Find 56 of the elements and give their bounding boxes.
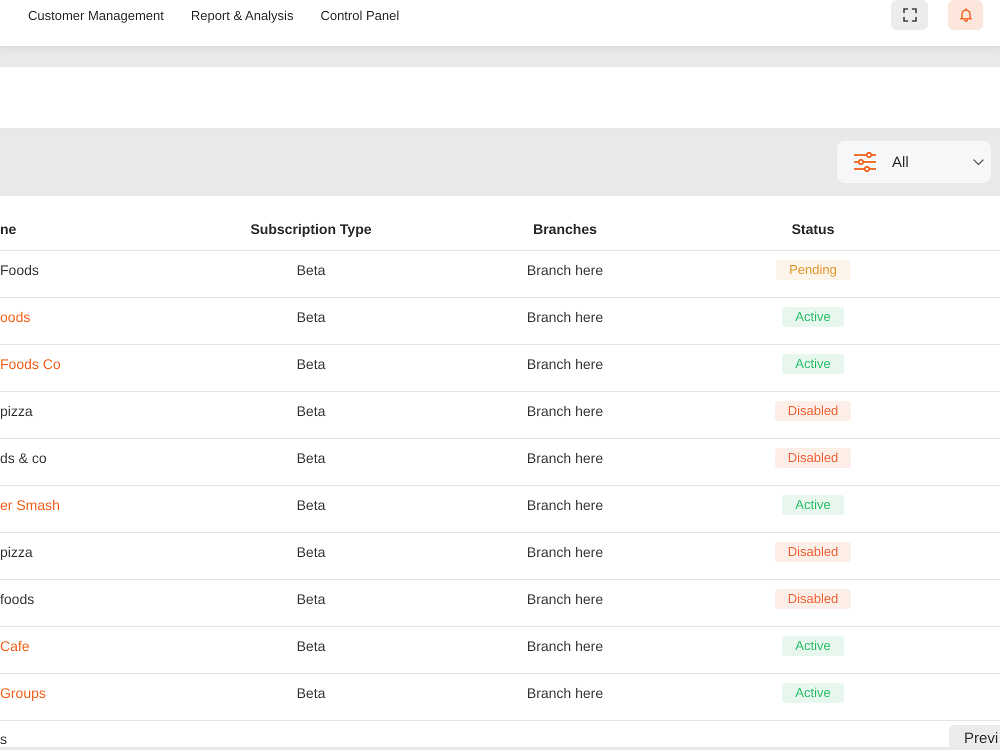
sliders-icon (854, 152, 876, 172)
fullscreen-button[interactable] (891, 0, 928, 30)
table-cell-text: Branch here (526, 684, 604, 703)
table-cell-text: Beta (296, 590, 326, 609)
table-cell-text: Branch here (526, 402, 604, 421)
status-badge: Disabled (774, 589, 852, 609)
table-cell-text: Branch here (526, 637, 604, 656)
pagination-info: s (0, 731, 7, 747)
table-cell-text: Beta (296, 684, 326, 703)
customer-name-cell-text: ds & co (0, 449, 47, 468)
status-badge: Disabled (774, 448, 852, 468)
table-cell-text: Beta (296, 543, 326, 562)
customer-name-cell-text: Foods (0, 261, 39, 280)
customer-name-cell-text: Cafe (0, 637, 30, 656)
notification-button[interactable] (948, 0, 983, 30)
table-cell-text: Branch here (526, 449, 604, 468)
chevron-down-icon (973, 158, 984, 166)
status-badge: Active (782, 636, 844, 656)
nav-link[interactable]: Report & Analysis (190, 8, 294, 22)
bell-icon (958, 8, 972, 22)
table-cell-text: Beta (296, 355, 326, 374)
pagination-button[interactable]: Previ (949, 725, 1000, 747)
status-badge: Active (782, 683, 844, 703)
table-cell-text: Branch here (526, 496, 604, 515)
table-cell-text: Beta (296, 449, 326, 468)
customer-name-cell-text: er Smash (0, 496, 60, 515)
table-cell-text: Branch here (526, 308, 604, 327)
customer-name-cell-text: oods (0, 308, 30, 327)
table-cell-text: Branch here (526, 590, 604, 609)
customer-name-cell-text: pizza (0, 543, 33, 562)
column-header: Subscription Type (250, 220, 372, 239)
status-badge: Disabled (774, 401, 852, 421)
filter-dropdown[interactable]: All (837, 141, 991, 183)
column-header: Branches (533, 220, 597, 239)
fullscreen-icon (902, 8, 916, 22)
table-cell-text: Branch here (526, 543, 604, 562)
customer-name-cell-text: pizza (0, 402, 33, 421)
status-badge: Active (782, 307, 844, 327)
status-badge: Pending (776, 260, 850, 280)
table-cell-text: Branch here (526, 261, 604, 280)
customer-name-cell-text: Groups (0, 684, 46, 703)
status-badge: Active (782, 495, 844, 515)
table-cell-text: Beta (296, 261, 326, 280)
table-cell-text: Beta (296, 402, 326, 421)
customer-name-cell-text: foods (0, 590, 34, 609)
status-badge: Active (782, 354, 844, 374)
column-header: Status (792, 220, 834, 239)
table-cell-text: Beta (296, 308, 326, 327)
table-cell-text: Beta (296, 637, 326, 656)
column-header: ne (0, 220, 16, 239)
table-cell-text: Branch here (526, 355, 604, 374)
table-cell-text: Beta (296, 496, 326, 515)
nav-link[interactable]: Customer Management (28, 8, 164, 22)
status-badge: Disabled (774, 542, 852, 562)
nav-link[interactable]: Control Panel (320, 8, 400, 22)
customer-name-cell-text: Foods Co (0, 355, 61, 374)
